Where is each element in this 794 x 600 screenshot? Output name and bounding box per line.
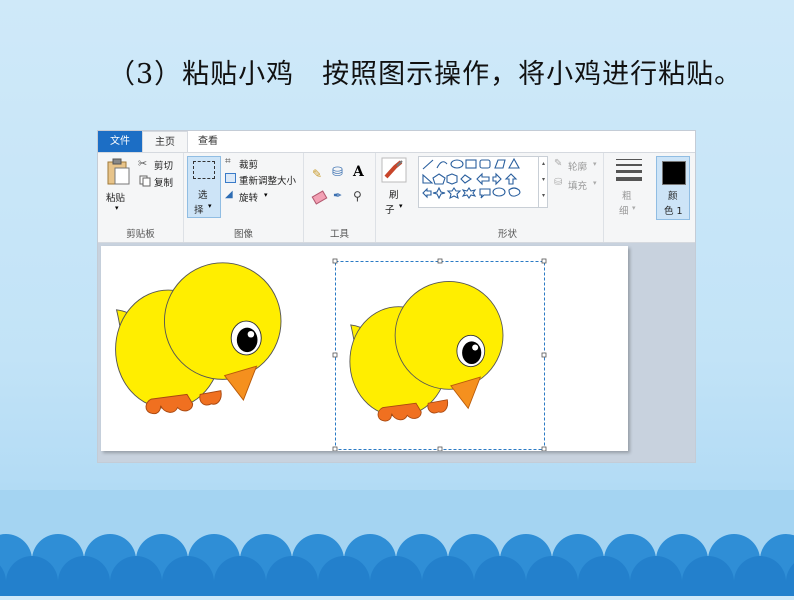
scissors-icon: ✂ xyxy=(138,157,148,170)
image-group: 选 择 ▾ ⌗ 裁剪 重新调整大小 ◢ 旋转 ▾ 图像 xyxy=(184,153,304,242)
copy-icon xyxy=(139,175,151,187)
pencil-icon[interactable]: ✎ xyxy=(312,167,322,181)
canvas-area xyxy=(98,243,695,462)
outline-dropdown-icon: ▾ xyxy=(593,160,597,168)
text-tool-icon[interactable]: A xyxy=(353,164,364,180)
resize-button[interactable]: 重新调整大小 xyxy=(225,173,303,187)
brushes-group: 刷 子 ▾ xyxy=(376,153,412,242)
paste-dropdown-icon: ▾ xyxy=(115,204,119,212)
copy-label: 复制 xyxy=(154,178,174,189)
outline-label: 轮廓 xyxy=(568,162,588,173)
chick-image-original xyxy=(115,262,282,415)
color-picker-icon[interactable]: ✒ xyxy=(333,189,342,202)
fill-icon: ⛁ xyxy=(554,177,563,188)
rotate-label: 旋转 xyxy=(239,193,259,204)
rotate-button[interactable]: ◢ 旋转 ▾ xyxy=(225,189,300,204)
canvas-drawing xyxy=(115,258,547,451)
tools-group-label: 工具 xyxy=(329,229,349,240)
fill-label: 填充 xyxy=(568,181,588,192)
clipboard-icon xyxy=(107,158,130,185)
color1-label-top: 颜 xyxy=(668,191,678,202)
paint-window: 文件 主页 查看 粘贴 ▾ ✂ 剪切 复制 剪贴板 选 择 ▾ ⌗ 裁剪 重新调… xyxy=(98,131,695,462)
tools-group: ✎ ⛁ A ✒ ⚲ 工具 xyxy=(304,153,376,242)
brushes-dropdown-icon: ▾ xyxy=(399,202,403,210)
cut-label: 剪切 xyxy=(154,161,174,172)
size-label-bottom: 细 xyxy=(619,206,629,217)
brushes-label-bottom: 子 xyxy=(385,205,395,216)
crop-icon: ⌗ xyxy=(225,156,231,167)
fill-dropdown-icon: ▾ xyxy=(593,179,597,187)
shapes-gallery-icons xyxy=(422,157,521,200)
wave-pattern xyxy=(0,534,794,596)
rotate-icon: ◢ xyxy=(225,189,233,200)
shapes-group: ▴ ▾ ▾ ✎ 轮廓 ▾ ⛁ 填充 ▾ 形状 xyxy=(412,153,604,242)
tab-file[interactable]: 文件 xyxy=(98,131,142,152)
paste-label: 粘贴 xyxy=(106,193,126,204)
ribbon: 粘贴 ▾ ✂ 剪切 复制 剪贴板 选 择 ▾ ⌗ 裁剪 重新调整大小 ◢ 旋转 … xyxy=(98,152,695,243)
color1-swatch xyxy=(662,161,686,185)
outline-icon: ✎ xyxy=(554,158,563,169)
copy-button[interactable]: 复制 xyxy=(138,175,180,189)
eraser-icon[interactable] xyxy=(311,190,328,205)
tab-view[interactable]: 查看 xyxy=(188,131,228,152)
crop-label: 裁剪 xyxy=(239,160,259,171)
select-label-top: 选 xyxy=(198,190,208,201)
rotate-dropdown-icon: ▾ xyxy=(264,191,268,199)
brush-icon xyxy=(381,157,407,183)
slide-instruction-text: （3）粘贴小鸡 按照图示操作，将小鸡进行粘贴。 xyxy=(108,59,743,90)
size-button[interactable]: 粗 细 ▾ xyxy=(610,157,646,219)
clipboard-group: 粘贴 ▾ ✂ 剪切 复制 剪贴板 xyxy=(98,153,184,242)
shapes-group-label: 形状 xyxy=(497,229,517,240)
magnifier-icon[interactable]: ⚲ xyxy=(353,189,362,203)
size-lines-icon xyxy=(616,159,642,181)
ribbon-tabs: 文件 主页 查看 xyxy=(98,131,695,152)
tab-home[interactable]: 主页 xyxy=(142,131,188,152)
resize-icon xyxy=(225,173,236,183)
clipboard-group-label: 剪贴板 xyxy=(126,229,155,240)
image-group-label: 图像 xyxy=(233,229,253,240)
cut-button[interactable]: ✂ 剪切 xyxy=(138,157,180,172)
size-dropdown-icon: ▾ xyxy=(632,204,636,212)
shapes-scroll[interactable]: ▴ ▾ ▾ xyxy=(538,156,548,208)
crop-button[interactable]: ⌗ 裁剪 xyxy=(225,156,300,171)
fill-button[interactable]: ⛁ 填充 ▾ xyxy=(554,177,602,192)
shapes-gallery[interactable] xyxy=(418,156,548,208)
color1-label-bottom: 色 1 xyxy=(664,206,683,217)
chick-image-pasted xyxy=(349,280,504,422)
resize-label: 重新调整大小 xyxy=(239,176,297,187)
drawing-canvas[interactable] xyxy=(101,246,628,451)
size-label-top: 粗 xyxy=(622,191,632,202)
decorative-waves xyxy=(0,490,794,596)
fill-bucket-icon[interactable]: ⛁ xyxy=(332,165,343,180)
brushes-label-top: 刷 xyxy=(389,190,399,201)
select-rect-icon xyxy=(193,161,215,179)
select-button[interactable]: 选 择 ▾ xyxy=(187,156,221,218)
brushes-button[interactable]: 刷 子 ▾ xyxy=(379,157,409,217)
paste-button[interactable]: 粘贴 ▾ xyxy=(102,156,132,216)
color1-button[interactable]: 颜 色 1 xyxy=(656,156,690,220)
outline-button[interactable]: ✎ 轮廓 ▾ xyxy=(554,158,602,173)
select-label-bottom: 择 xyxy=(194,205,204,216)
select-dropdown-icon: ▾ xyxy=(208,202,212,210)
